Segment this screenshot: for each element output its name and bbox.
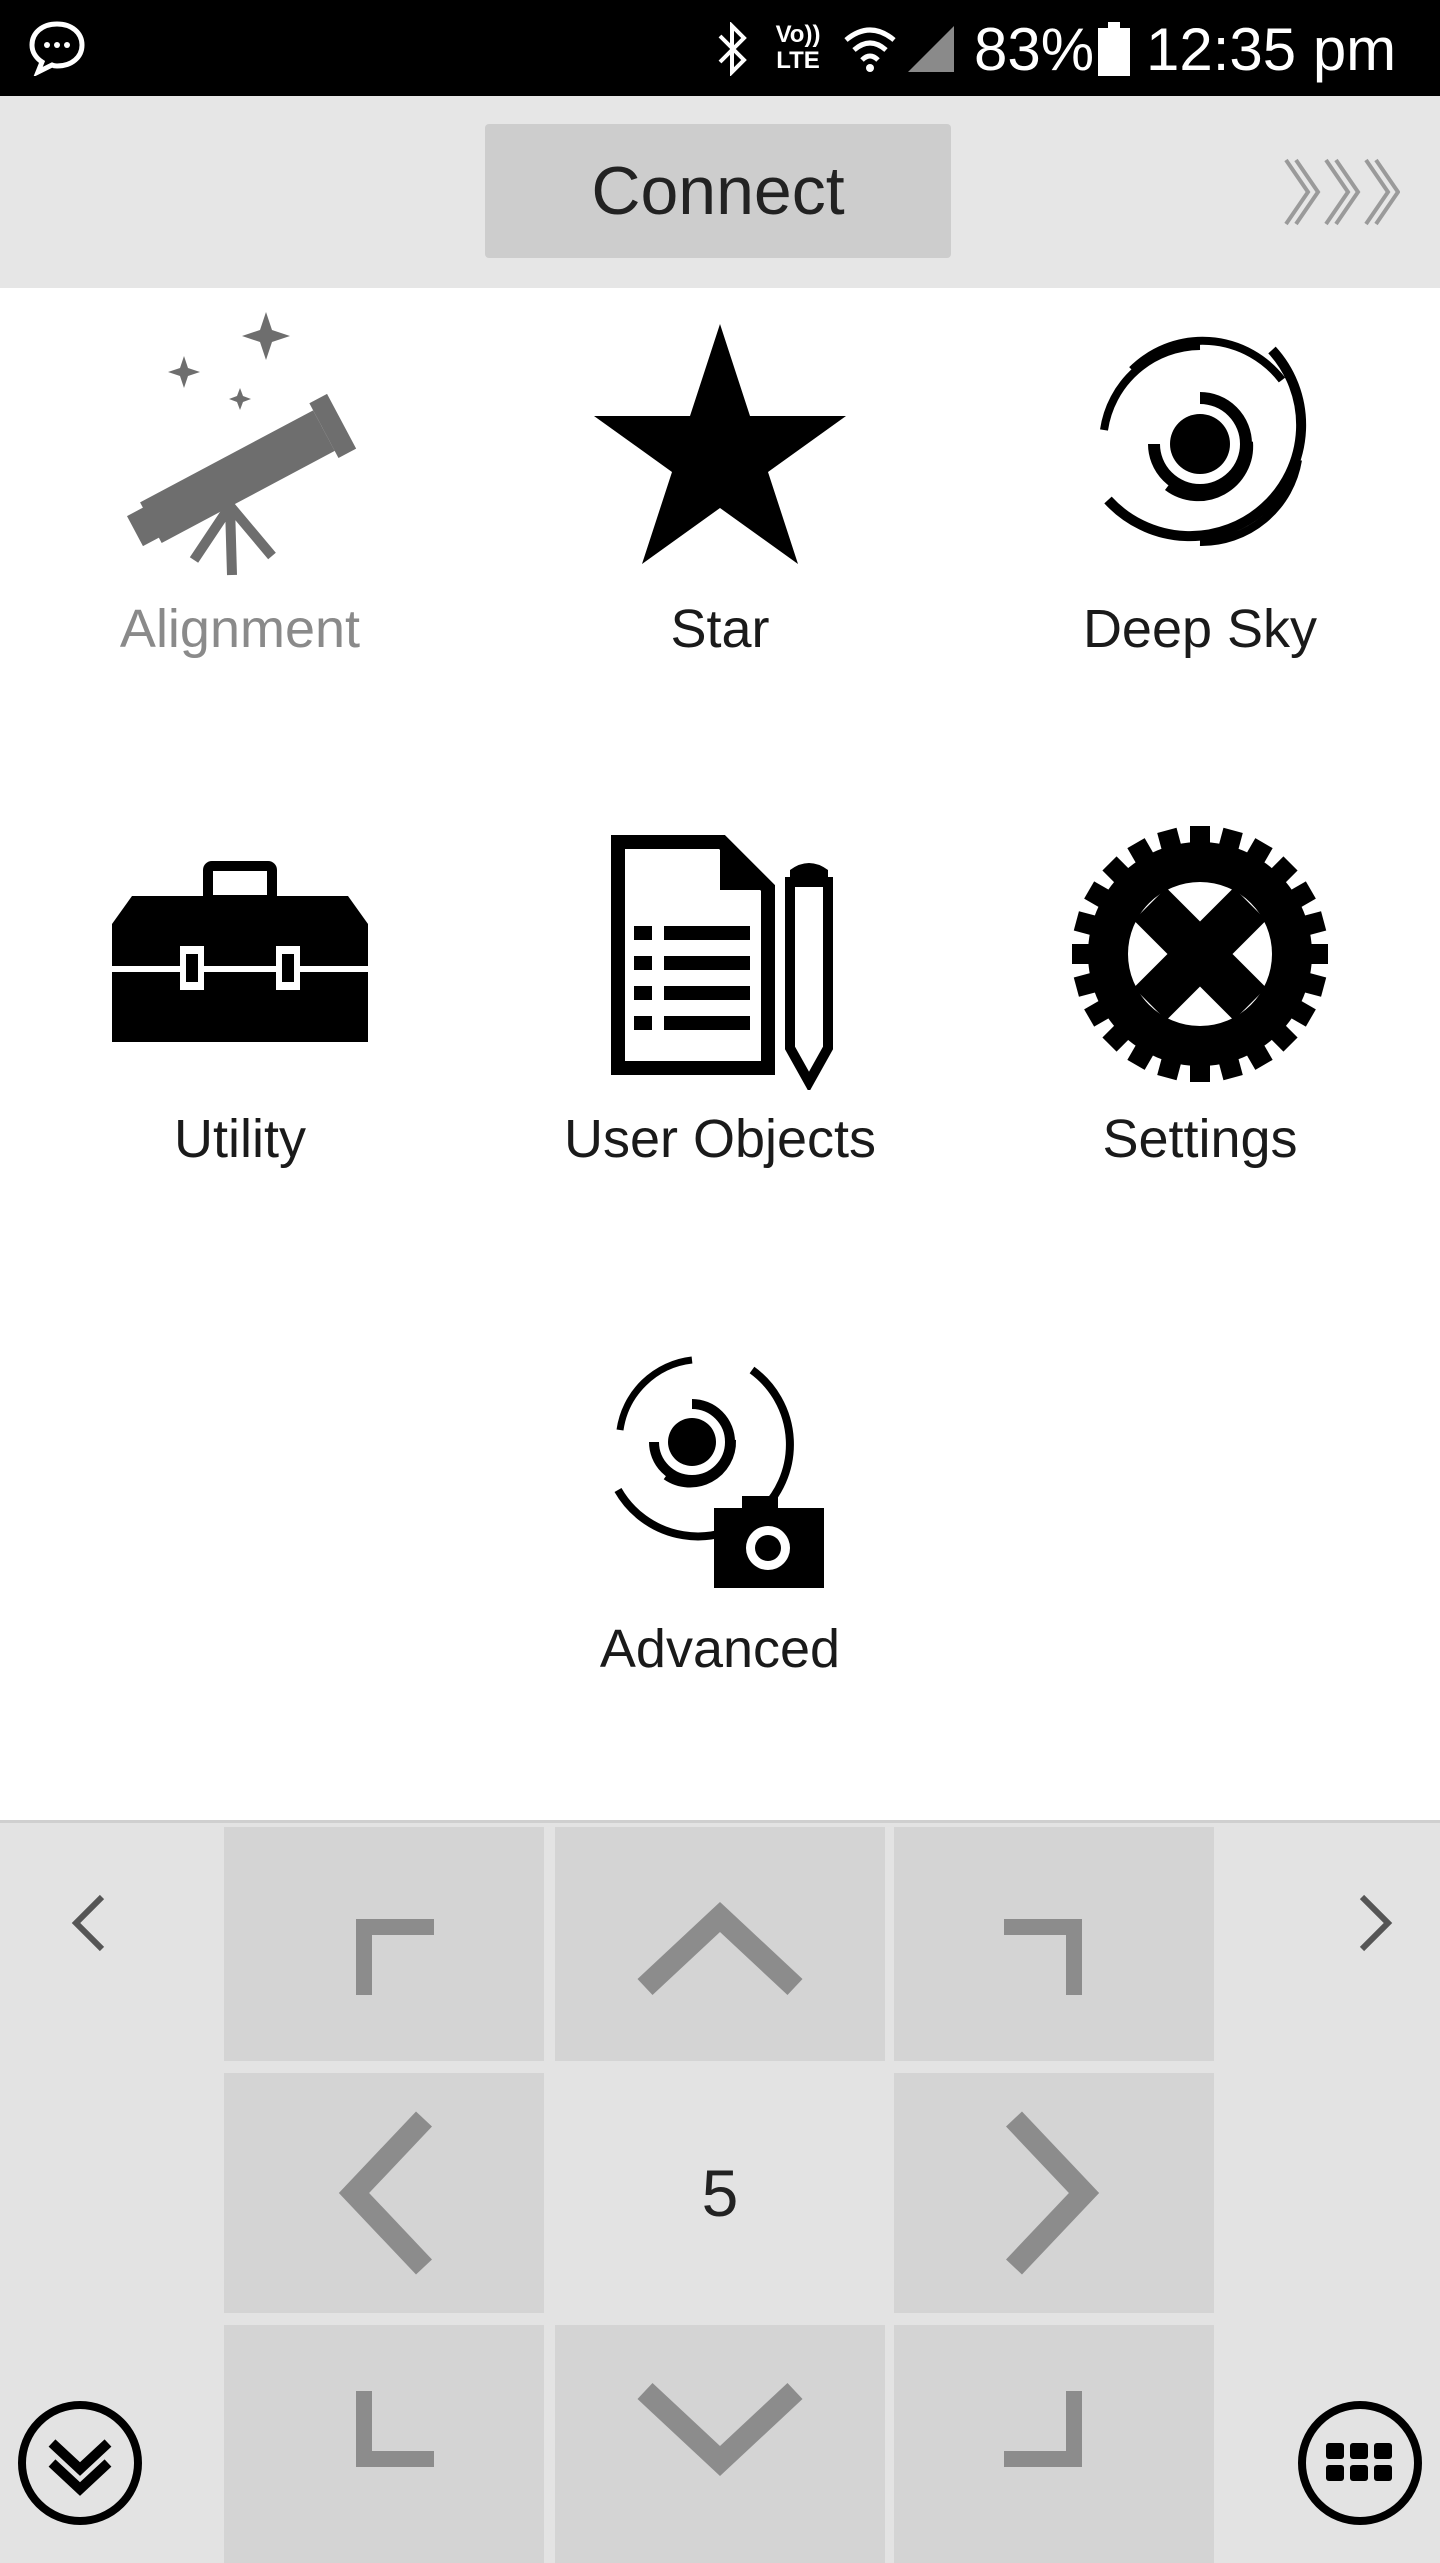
clock-time: 12:35 pm xyxy=(1146,16,1397,83)
document-pencil-icon xyxy=(611,835,833,1090)
slew-down-left-button[interactable] xyxy=(224,2325,544,2563)
slew-up-button[interactable] xyxy=(555,1827,885,2061)
wifi-icon xyxy=(844,27,896,72)
menu-item-star[interactable]: Star xyxy=(520,310,920,730)
menu-item-utility[interactable]: Utility xyxy=(40,820,440,1240)
slew-right-button[interactable] xyxy=(894,2073,1214,2313)
slew-up-right-button[interactable] xyxy=(894,1827,1214,2061)
top-bar: Connect xyxy=(0,96,1440,288)
battery-icon xyxy=(1098,22,1130,76)
corner-down-left-icon xyxy=(356,2391,434,2467)
menu-item-user-objects[interactable]: User Objects xyxy=(520,820,920,1240)
triple-chevron-right-icon[interactable] xyxy=(1280,154,1400,230)
menu-label-star: Star xyxy=(670,599,770,659)
corner-up-left-icon xyxy=(356,1919,434,1995)
chevron-left-icon[interactable] xyxy=(66,1891,110,1955)
chevron-right-icon[interactable] xyxy=(1354,1891,1398,1955)
chevron-up-icon xyxy=(637,1901,803,1996)
slew-down-right-button[interactable] xyxy=(894,2325,1214,2563)
galaxy-icon xyxy=(1100,336,1307,547)
menu-label-alignment: Alignment xyxy=(119,599,361,659)
gear-icon xyxy=(1072,826,1328,1082)
control-pad: 5 xyxy=(0,1820,1440,2563)
corner-up-right-icon xyxy=(1004,1919,1082,1995)
arrow-right-icon xyxy=(1006,2111,1100,2275)
menu-label-user-objects: User Objects xyxy=(563,1109,877,1169)
telescope-icon xyxy=(127,312,357,576)
network-type-text: LTE xyxy=(776,47,820,74)
menu-label-utility: Utility xyxy=(174,1109,306,1169)
cell-signal-icon xyxy=(908,26,954,72)
menu-label-deep-sky: Deep Sky xyxy=(1082,599,1318,659)
keypad-grid-icon[interactable] xyxy=(1296,2399,1424,2527)
slew-left-button[interactable] xyxy=(224,2073,544,2313)
slew-speed-value[interactable]: 5 xyxy=(555,2073,885,2313)
bluetooth-icon xyxy=(718,22,747,76)
volte-text: Vo)) xyxy=(775,21,821,48)
toolbox-icon xyxy=(112,861,368,1042)
connect-button[interactable]: Connect xyxy=(485,124,951,258)
star-icon xyxy=(594,324,846,564)
message-notification-icon xyxy=(29,21,85,76)
menu-item-deep-sky[interactable]: Deep Sky xyxy=(1000,310,1400,730)
slew-down-button[interactable] xyxy=(555,2325,885,2563)
corner-down-right-icon xyxy=(1004,2391,1082,2467)
chevron-down-icon xyxy=(637,2382,803,2477)
menu-label-settings: Settings xyxy=(1102,1109,1298,1169)
menu-item-advanced[interactable]: Advanced xyxy=(520,1330,920,1750)
galaxy-camera-icon xyxy=(614,1356,824,1588)
slew-up-left-button[interactable] xyxy=(224,1827,544,2061)
menu-item-alignment[interactable]: Alignment xyxy=(40,310,440,730)
status-bar: Vo)) LTE 83% 12:35 pm xyxy=(0,0,1440,96)
battery-percent: 83% xyxy=(974,16,1095,83)
double-chevron-down-icon[interactable] xyxy=(16,2399,144,2527)
volte-indicator: Vo)) LTE xyxy=(768,22,828,74)
arrow-left-icon xyxy=(338,2111,432,2275)
menu-item-settings[interactable]: Settings xyxy=(1000,820,1400,1240)
menu-label-advanced: Advanced xyxy=(599,1619,841,1679)
